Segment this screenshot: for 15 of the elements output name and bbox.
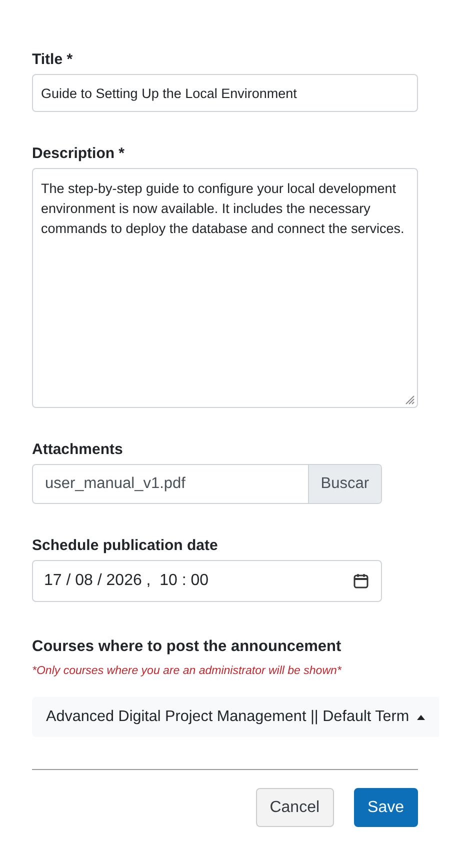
cancel-button[interactable]: Cancel (256, 788, 334, 827)
section-heading: Courses where to post the announcement (32, 638, 342, 656)
course-dropdown[interactable]: Advanced Digital Project Management || Default Term (32, 697, 439, 737)
datetime-input[interactable]: 17 / 08 / 2026 , 10 : 00 (32, 560, 382, 602)
caret-icon (417, 714, 426, 720)
field-label: Description * (32, 144, 126, 164)
calendar-icon[interactable] (353, 573, 369, 589)
save-button[interactable]: Save (354, 788, 418, 827)
field-label: Schedule publication date (32, 536, 219, 556)
description-textarea[interactable]: The step-by-step guide to configure your local development environment is now available. It includes the necessary commands to deploy the database and connect the services. (32, 168, 418, 408)
hint-text: *Only courses where you are an administrator will be shown* (32, 665, 342, 677)
field-label: Attachments (32, 440, 124, 460)
field-label: Title * (32, 50, 74, 70)
title-input[interactable]: Guide to Setting Up the Local Environment (32, 74, 418, 112)
resize-grip-icon[interactable] (403, 393, 415, 405)
